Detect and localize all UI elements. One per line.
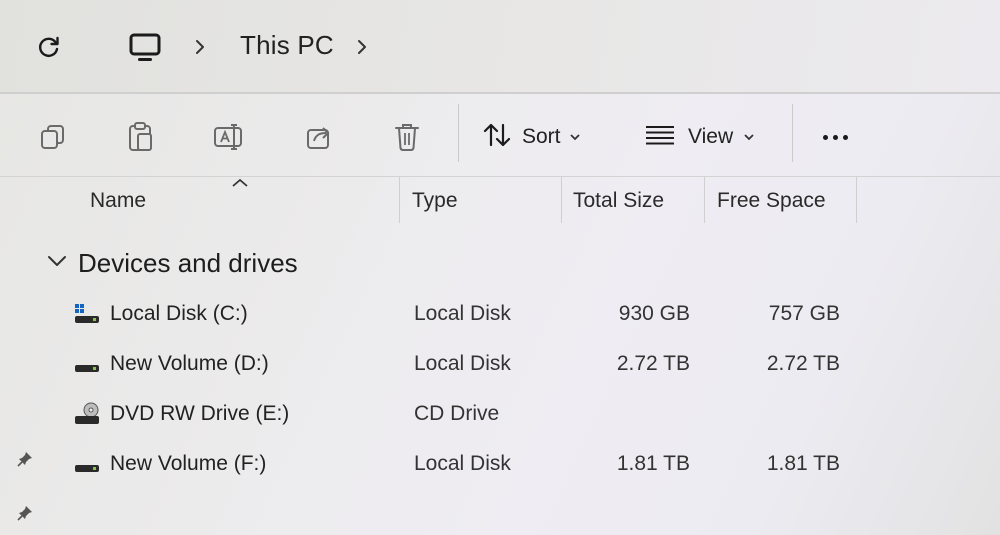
chevron-down-icon <box>743 130 755 144</box>
drive-row-d[interactable]: New Volume (D:) Local Disk 2.72 TB 2.72 … <box>0 342 1000 386</box>
command-bar: Sort View <box>0 94 1000 176</box>
drive-row-c[interactable]: Local Disk (C:) Local Disk 930 GB 757 GB <box>0 292 1000 336</box>
drive-total-size: 2.72 TB <box>616 352 690 375</box>
sort-button[interactable]: Sort <box>482 120 581 154</box>
drive-type: CD Drive <box>414 402 500 425</box>
column-divider[interactable] <box>399 177 400 223</box>
column-divider[interactable] <box>561 177 562 223</box>
column-header-row: Name Type Total Size Free Space <box>0 176 1000 223</box>
drive-type: Local Disk <box>414 352 511 375</box>
dvd-drive-icon <box>74 402 100 426</box>
group-label: Devices and drives <box>78 247 298 278</box>
drive-row-f[interactable]: New Volume (F:) Local Disk 1.81 TB 1.81 … <box>0 442 1000 486</box>
column-header-name[interactable]: Name <box>90 189 146 213</box>
pin-icon[interactable] <box>14 502 36 524</box>
drive-total-size: 1.81 TB <box>616 452 690 475</box>
drive-name: New Volume (D:) <box>110 352 269 375</box>
view-label: View <box>688 125 734 148</box>
rename-icon[interactable] <box>212 120 246 154</box>
system-drive-icon <box>74 302 100 326</box>
drive-type: Local Disk <box>414 302 511 325</box>
drive-free-space: 2.72 TB <box>766 352 840 375</box>
view-button[interactable]: View <box>644 120 755 154</box>
sort-icon <box>482 122 512 153</box>
drive-icon <box>74 352 100 376</box>
column-header-type[interactable]: Type <box>412 189 458 213</box>
drive-total-size: 930 GB <box>618 302 690 325</box>
drive-type: Local Disk <box>414 452 511 475</box>
refresh-icon[interactable] <box>34 32 64 62</box>
drive-name: New Volume (F:) <box>110 452 267 475</box>
column-header-free-space[interactable]: Free Space <box>717 189 826 213</box>
drive-free-space: 757 GB <box>768 302 840 325</box>
drive-icon <box>74 452 100 476</box>
drive-free-space: 1.81 TB <box>766 452 840 475</box>
this-pc-icon[interactable] <box>128 31 162 65</box>
delete-icon[interactable] <box>390 120 424 154</box>
group-header-devices-and-drives[interactable]: Devices and drives <box>46 246 298 280</box>
sort-label: Sort <box>522 125 561 148</box>
column-divider[interactable] <box>856 177 857 223</box>
command-bar-divider <box>458 104 459 162</box>
chevron-down-icon[interactable] <box>46 254 68 273</box>
more-icon[interactable] <box>815 122 855 152</box>
pin-icon[interactable] <box>14 448 36 470</box>
copy-icon[interactable] <box>36 120 70 154</box>
column-divider[interactable] <box>704 177 705 223</box>
command-bar-divider <box>792 104 793 162</box>
drive-name: Local Disk (C:) <box>110 302 248 325</box>
breadcrumb-this-pc[interactable]: This PC <box>240 30 334 61</box>
address-bar: This PC <box>0 0 1000 94</box>
drive-name: DVD RW Drive (E:) <box>110 402 290 425</box>
chevron-down-icon <box>569 130 581 144</box>
view-icon <box>644 124 676 151</box>
sort-ascending-icon <box>230 177 250 189</box>
column-header-total-size[interactable]: Total Size <box>573 189 664 213</box>
chevron-right-icon[interactable] <box>191 34 209 60</box>
chevron-right-icon[interactable] <box>353 34 371 60</box>
drive-row-e[interactable]: DVD RW Drive (E:) CD Drive <box>0 392 1000 436</box>
share-icon[interactable] <box>302 120 336 154</box>
paste-icon[interactable] <box>124 120 158 154</box>
